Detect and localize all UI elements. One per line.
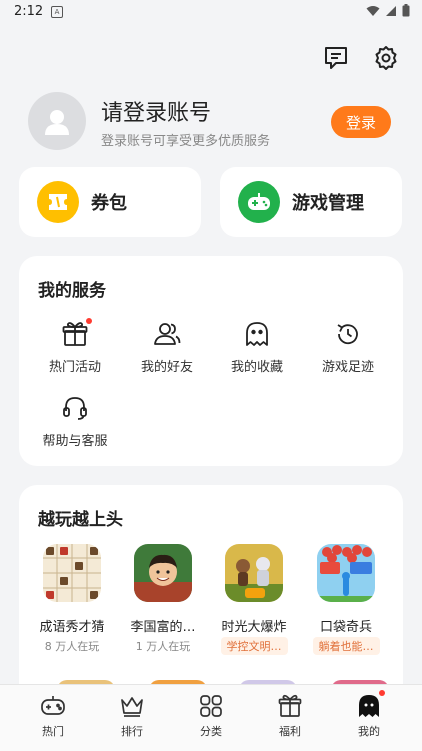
my-services-card: 我的服务 热门活动 我的好友 我的收藏 游戏足迹 帮助与客服 (19, 256, 403, 466)
profile-header: 请登录账号 登录账号可享受更多优质服务 登录 (28, 92, 398, 152)
game-name: 成语秀才猜 (39, 620, 105, 635)
game-players: 1 万人在玩 (135, 640, 191, 653)
coupon-entry[interactable]: 券包 (19, 167, 201, 237)
service-label: 我的收藏 (230, 360, 283, 375)
game-icon-character (134, 544, 192, 602)
notification-icon: A (51, 6, 63, 18)
headset-icon (61, 394, 89, 422)
game-icon-idiom (43, 544, 101, 602)
system-icons (366, 4, 410, 17)
service-hot-events[interactable]: 热门活动 (29, 318, 121, 380)
crown-icon (119, 693, 145, 719)
bottom-tab-bar: 热门 排行 分类 福利 我的 (0, 684, 422, 751)
game-name: 时光大爆炸 (221, 620, 287, 635)
service-my-favorites[interactable]: 我的收藏 (211, 320, 303, 380)
tab-hot[interactable]: 热门 (13, 693, 93, 739)
game-tag: 躺着也能… (312, 637, 380, 655)
service-label: 热门活动 (48, 360, 101, 375)
settings-gear-icon[interactable] (372, 44, 400, 72)
tab-category[interactable]: 分类 (171, 693, 251, 739)
signal-icon (386, 5, 396, 16)
tab-ranking[interactable]: 排行 (92, 693, 172, 739)
top-actions (322, 44, 400, 72)
game-players: 8 万人在玩 (44, 640, 100, 653)
gamepad-icon (238, 181, 280, 223)
login-button[interactable]: 登录 (331, 106, 391, 138)
grid-icon (198, 693, 224, 719)
tab-mine[interactable]: 我的 (329, 690, 409, 739)
game-item[interactable]: 成语秀才猜 8 万人在玩 (28, 544, 116, 654)
game-icon-evolution (225, 544, 283, 602)
message-icon[interactable] (322, 44, 350, 72)
gift-box-icon (277, 693, 303, 719)
tab-label: 排行 (121, 725, 143, 738)
tab-label: 我的 (358, 725, 380, 738)
my-services-title: 我的服务 (38, 281, 106, 301)
badge-dot (379, 690, 385, 696)
ghost-filled-icon (356, 690, 385, 719)
wifi-icon (366, 5, 380, 16)
service-game-history[interactable]: 游戏足迹 (302, 320, 394, 380)
battery-icon (402, 4, 410, 17)
friends-icon (153, 320, 181, 348)
gift-icon (61, 318, 92, 348)
games-card: 越玩越上头 成语秀才猜 8 万人在玩 李国富的… 1 万人在玩 时光大爆炸 学控… (19, 485, 403, 705)
service-my-friends[interactable]: 我的好友 (121, 320, 213, 380)
tab-label: 福利 (279, 725, 301, 738)
ticket-icon (37, 181, 79, 223)
game-item[interactable]: 时光大爆炸 学控文明… (210, 544, 298, 659)
coupon-label: 券包 (91, 193, 127, 214)
status-time: 2:12 (14, 4, 44, 19)
service-help-support[interactable]: 帮助与客服 (29, 394, 121, 454)
game-name: 李国富的… (130, 620, 196, 635)
game-management-label: 游戏管理 (292, 193, 364, 214)
login-prompt-subtitle: 登录账号可享受更多优质服务 (101, 134, 271, 149)
gamepad-outline-icon (40, 693, 66, 719)
game-item[interactable]: 李国富的… 1 万人在玩 (119, 544, 207, 654)
ghost-icon (243, 320, 271, 348)
games-section-title: 越玩越上头 (38, 510, 123, 530)
tab-label: 热门 (42, 725, 64, 738)
status-bar: 2:12 A (0, 0, 422, 24)
game-management-entry[interactable]: 游戏管理 (220, 167, 402, 237)
tab-label: 分类 (200, 725, 222, 738)
game-name: 口袋奇兵 (319, 620, 372, 635)
tab-welfare[interactable]: 福利 (250, 693, 330, 739)
game-icon-pocket-army (317, 544, 375, 602)
game-item[interactable]: 口袋奇兵 躺着也能… (302, 544, 390, 659)
default-avatar-icon (45, 110, 69, 135)
service-label: 帮助与客服 (42, 434, 108, 449)
avatar[interactable] (28, 92, 86, 150)
badge-dot (86, 318, 92, 324)
service-label: 我的好友 (140, 360, 193, 375)
game-tag: 学控文明… (220, 637, 288, 655)
login-prompt-title[interactable]: 请登录账号 (101, 95, 211, 127)
service-label: 游戏足迹 (321, 360, 374, 375)
history-icon (334, 320, 362, 348)
